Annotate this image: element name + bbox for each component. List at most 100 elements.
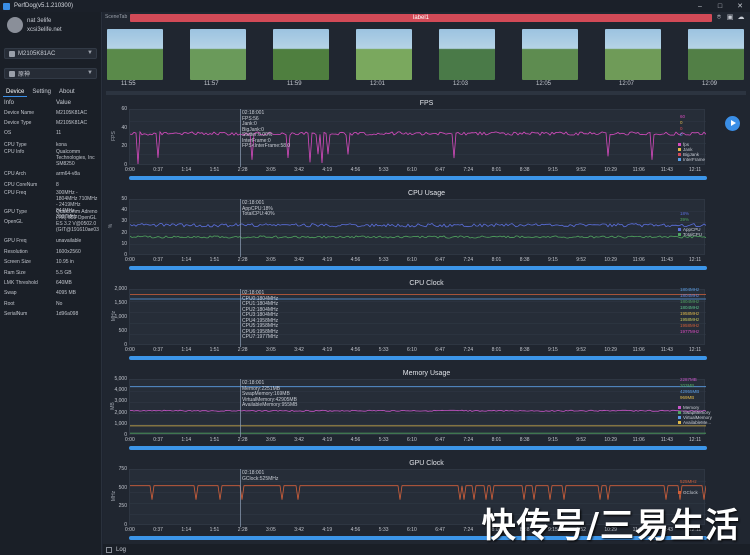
thumbnail-time: 12:03 xyxy=(453,81,469,87)
legend-entry[interactable]: TotalCPU xyxy=(678,232,702,237)
timeline-scrollbar[interactable] xyxy=(129,446,707,450)
plot-area[interactable] xyxy=(129,109,707,165)
x-tick-label: 6:10 xyxy=(407,347,417,353)
info-value xyxy=(56,219,99,225)
x-tick-label: 12:11 xyxy=(689,437,702,443)
time-cursor[interactable] xyxy=(240,469,241,527)
x-tick-label: 11:43 xyxy=(660,257,673,263)
device-select[interactable]: M2105K81AC ▼ xyxy=(4,48,97,59)
play-button[interactable] xyxy=(725,116,740,131)
screenshot-thumbnail[interactable] xyxy=(190,29,246,80)
x-tick-label: 10:29 xyxy=(604,167,617,173)
legend-value: 1958MHz xyxy=(680,317,700,322)
x-tick-label: 5:33 xyxy=(378,167,389,173)
x-tick-label: 9:15 xyxy=(548,347,558,353)
x-tick-label: 9:52 xyxy=(576,167,586,173)
x-tick-label: 7:24 xyxy=(463,347,474,353)
watermark: 快传号/三易生活 xyxy=(481,506,740,546)
time-cursor[interactable] xyxy=(240,379,241,437)
x-tick-label: 4:56 xyxy=(350,437,361,443)
tab-setting[interactable]: Setting xyxy=(29,88,54,97)
info-row: CPU Arch arm64-v8a xyxy=(4,171,99,177)
legend-entry[interactable]: AvailableMe... xyxy=(678,420,711,425)
screenshot-thumbnail[interactable] xyxy=(522,29,578,80)
x-tick-label: 2:28 xyxy=(237,437,248,443)
legend-value: 39% xyxy=(680,217,690,222)
scene-label-bar[interactable]: label1 xyxy=(130,14,712,22)
screenshot-icon[interactable]: ▣ xyxy=(726,14,734,22)
minimize-button[interactable]: – xyxy=(690,0,710,12)
maximize-button[interactable]: □ xyxy=(710,0,730,12)
x-tick-label: 1:51 xyxy=(209,257,220,263)
app-select[interactable]: 原神 ▼ xyxy=(4,68,97,79)
x-tick-label: 7:24 xyxy=(463,167,474,173)
location-icon[interactable]: ⌾ xyxy=(715,14,723,22)
screenshot-thumbnail[interactable] xyxy=(439,29,495,80)
timeline-scrollbar[interactable] xyxy=(129,266,707,270)
info-value: M2105K81AC xyxy=(56,110,88,116)
x-tick-label: 6:10 xyxy=(407,167,417,173)
screenshot-thumbnail[interactable] xyxy=(688,29,744,80)
x-tick-label: 5:33 xyxy=(378,347,389,353)
app-icon-small xyxy=(9,70,15,77)
time-cursor[interactable] xyxy=(240,109,241,167)
info-row: SerialNum 1d96a098 xyxy=(4,311,99,317)
chart-fps: FPS FPS 60 40 20 0 02:18:001 FPS:56 Jank:0 BigJan… xyxy=(103,99,750,188)
thumbnail-time: 12:05 xyxy=(536,81,552,87)
info-row: CPU CoreNum 8 xyxy=(4,182,99,188)
plot-area[interactable] xyxy=(129,199,707,255)
x-tick-label: 0:37 xyxy=(153,257,163,263)
tab-about[interactable]: About xyxy=(56,88,78,97)
y-tick-label: 0 xyxy=(124,342,127,348)
x-tick-label: 11:43 xyxy=(660,437,673,443)
x-tick-label: 4:56 xyxy=(350,167,361,173)
log-checkbox[interactable] xyxy=(106,546,112,553)
timeline-scrollbar[interactable] xyxy=(129,176,707,180)
readout-line: GClock:525MHz xyxy=(242,475,279,482)
legend-entry[interactable]: GClock xyxy=(678,490,698,495)
legend-entry[interactable]: InterFrame xyxy=(678,157,705,162)
legend-value: 1804MHz xyxy=(680,305,700,310)
plot-area[interactable] xyxy=(129,289,706,345)
chart-title: GPU Clock xyxy=(409,460,444,467)
info-table-header: Info Value xyxy=(4,100,99,106)
info-value: 10.95 in xyxy=(56,259,74,265)
time-cursor[interactable] xyxy=(240,289,241,347)
tab-device[interactable]: Device xyxy=(3,88,28,97)
y-tick-label: 0 xyxy=(124,432,127,438)
y-tick-label: 1,000 xyxy=(114,314,127,320)
screenshot-thumbnail[interactable] xyxy=(107,29,163,80)
info-value: 4095 MB xyxy=(56,290,77,296)
timeline-scrollbar[interactable] xyxy=(129,356,707,360)
screenshot-thumbnail[interactable] xyxy=(605,29,661,80)
screenshot-scrollbar[interactable] xyxy=(106,91,746,95)
avatar[interactable] xyxy=(7,17,23,33)
x-tick-label: 0:00 xyxy=(125,527,135,533)
thumbnail-time: 11:59 xyxy=(287,81,302,87)
x-tick-label: 5:33 xyxy=(378,437,389,443)
time-cursor[interactable] xyxy=(240,199,241,257)
x-tick-label: 4:19 xyxy=(322,527,333,533)
x-tick-label: 0:37 xyxy=(153,527,163,533)
series-line xyxy=(129,130,707,165)
cloud-icon[interactable]: ☁ xyxy=(737,14,745,22)
screenshot-thumbnail[interactable] xyxy=(356,29,412,80)
info-value: 1d96a098 xyxy=(56,311,79,317)
info-value: Qualcomm Technologies, Inc SM8250 xyxy=(56,149,95,167)
x-tick-label: 9:52 xyxy=(576,347,586,353)
x-tick-label: 1:51 xyxy=(209,347,220,353)
device-select-value: M2105K81AC xyxy=(18,50,56,57)
x-tick-label: 0:00 xyxy=(125,167,135,173)
close-button[interactable]: ✕ xyxy=(730,0,750,12)
x-tick-label: 5:33 xyxy=(378,527,389,533)
screenshot-thumbnail[interactable] xyxy=(273,29,329,80)
info-row: Swap 4095 MB xyxy=(4,290,99,296)
chart-title: CPU Clock xyxy=(409,280,444,287)
x-tick-label: 4:19 xyxy=(322,257,333,263)
x-tick-label: 0:37 xyxy=(153,347,163,353)
plot-area[interactable] xyxy=(129,379,707,435)
y-tick-label: 50 xyxy=(121,196,127,202)
x-tick-label: 0:00 xyxy=(125,437,135,443)
info-key: OpenGL xyxy=(4,219,23,225)
legend-value: 525MHz xyxy=(680,479,697,484)
